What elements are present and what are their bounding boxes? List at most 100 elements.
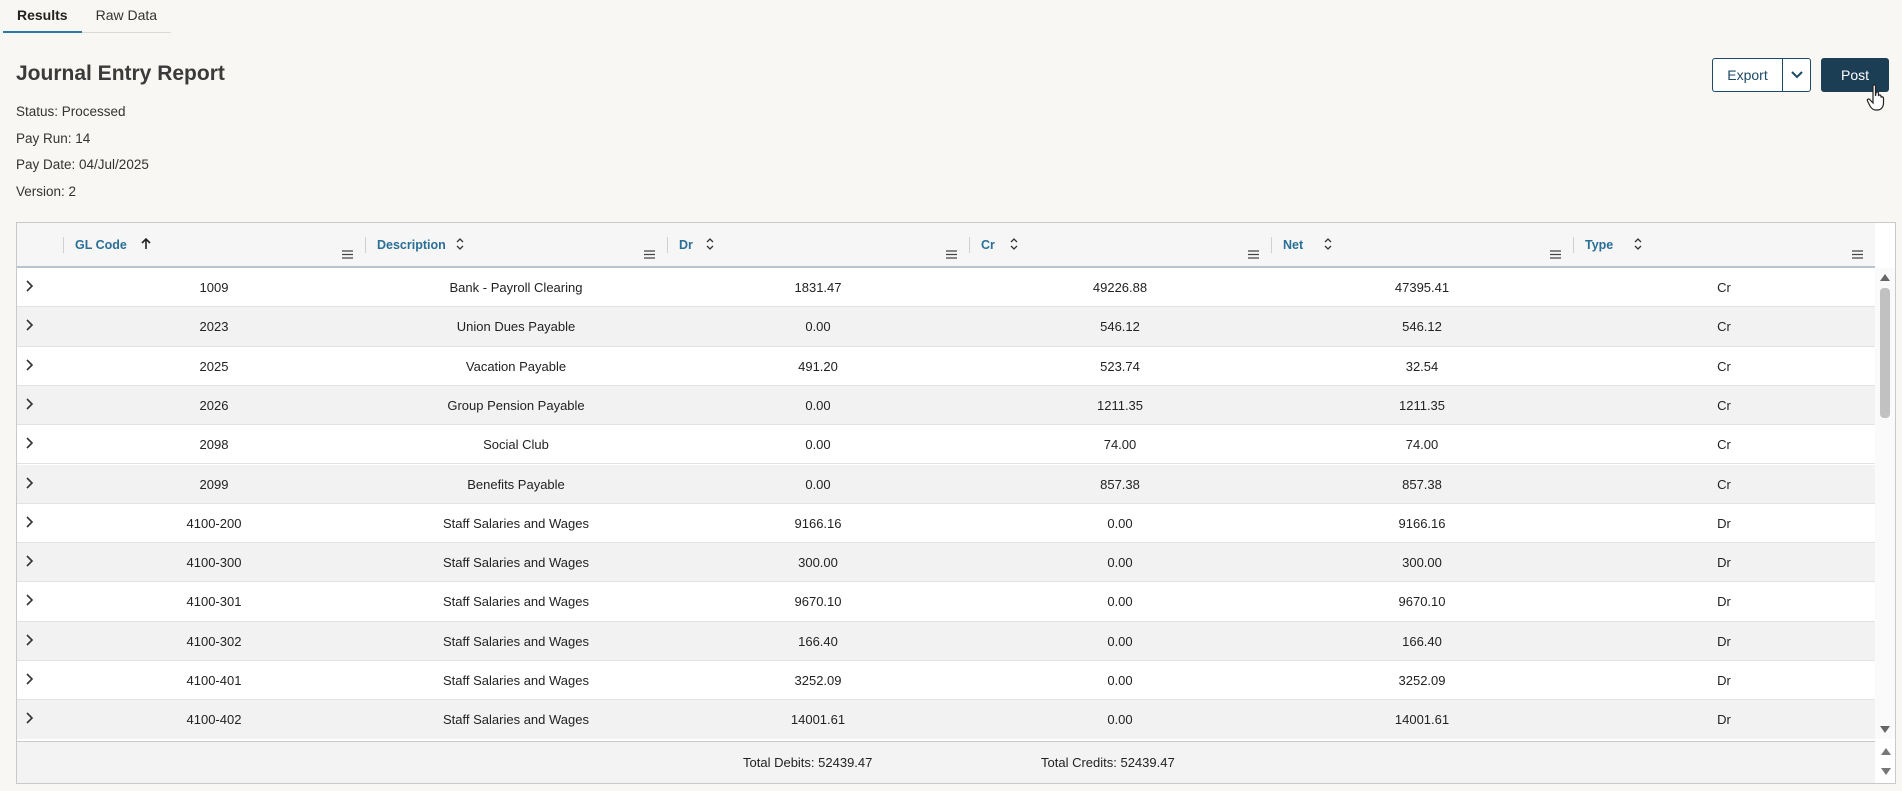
cell-net: 32.54 bbox=[1405, 358, 1439, 374]
scrollbar-thumb[interactable] bbox=[1880, 288, 1890, 418]
chevron-right-icon[interactable] bbox=[25, 280, 34, 295]
cell-type: Dr bbox=[1717, 712, 1731, 728]
table-row[interactable]: 4100-302 Staff Salaries and Wages 166.40 0.… bbox=[17, 621, 1875, 661]
cell-type: Cr bbox=[1717, 280, 1731, 295]
cell-net: 3252.09 bbox=[1398, 673, 1446, 688]
chevron-right-icon[interactable] bbox=[25, 516, 34, 531]
footer-scroll-up-icon[interactable] bbox=[1881, 748, 1891, 755]
cell-net: 47395.41 bbox=[1394, 280, 1450, 295]
column-header-type[interactable]: Type bbox=[1573, 223, 1875, 266]
table-row[interactable]: 4100-402 Staff Salaries and Wages 14001.61… bbox=[17, 700, 1875, 739]
table-row[interactable]: 4100-300 Staff Salaries and Wages 300.00 0.… bbox=[17, 543, 1875, 583]
scroll-down-icon[interactable] bbox=[1880, 726, 1890, 733]
grid-footer: Total Debits: 52439.47 Total Credits: 52… bbox=[17, 741, 1891, 783]
menu-lines-icon[interactable] bbox=[342, 246, 353, 264]
menu-lines-icon[interactable] bbox=[946, 246, 957, 264]
column-separator[interactable] bbox=[63, 237, 64, 253]
chevron-right-icon[interactable] bbox=[25, 359, 34, 374]
journal-entry-grid: GL Code Description Dr Cr Net Type 1009 Bank -… bbox=[16, 222, 1896, 784]
tab-raw-data[interactable]: Raw Data bbox=[82, 0, 171, 33]
cell-dr: 9670.10 bbox=[794, 594, 842, 610]
grid-body: 1009 Bank - Payroll Clearing 1831.47 49226.… bbox=[17, 268, 1875, 739]
column-header-cr[interactable]: Cr bbox=[969, 223, 1271, 266]
cell-cr: 0.00 bbox=[1107, 712, 1133, 728]
chevron-right-icon[interactable] bbox=[25, 673, 34, 688]
column-header-label[interactable]: Type bbox=[1585, 238, 1613, 252]
column-header-label[interactable]: Description bbox=[377, 238, 446, 252]
scroll-up-icon[interactable] bbox=[1880, 274, 1890, 281]
table-row[interactable]: 2023 Union Dues Payable 0.00 546.12 546.12 Cr bbox=[17, 307, 1875, 347]
cell-net: 300.00 bbox=[1402, 555, 1442, 571]
hand-cursor-icon bbox=[1866, 84, 1885, 111]
total-debits: Total Debits: 52439.47 bbox=[743, 755, 873, 770]
cell-cr: 49226.88 bbox=[1092, 280, 1148, 295]
cell-gl-code: 4100-200 bbox=[186, 515, 242, 531]
cell-gl-code: 4100-301 bbox=[186, 594, 242, 610]
cell-type: Dr bbox=[1717, 515, 1731, 531]
cell-description: Vacation Payable bbox=[465, 358, 567, 374]
cell-type: Cr bbox=[1717, 476, 1731, 492]
cell-dr: 0.00 bbox=[805, 397, 831, 413]
arrow-up-icon[interactable] bbox=[141, 237, 151, 255]
sort-both-icon[interactable] bbox=[1323, 237, 1333, 256]
chevron-right-icon[interactable] bbox=[25, 634, 34, 649]
table-row[interactable]: 1009 Bank - Payroll Clearing 1831.47 49226.… bbox=[17, 268, 1875, 308]
chevron-right-icon[interactable] bbox=[25, 437, 34, 452]
table-row[interactable]: 4100-200 Staff Salaries and Wages 9166.16 0… bbox=[17, 504, 1875, 544]
column-header-dr[interactable]: Dr bbox=[667, 223, 969, 266]
chevron-right-icon[interactable] bbox=[25, 476, 34, 492]
table-row[interactable]: 2099 Benefits Payable 0.00 857.38 857.38 Cr bbox=[17, 464, 1875, 504]
export-button[interactable]: Export bbox=[1713, 59, 1783, 91]
column-header-label[interactable]: Dr bbox=[679, 238, 693, 252]
cell-gl-code: 2026 bbox=[199, 397, 229, 413]
menu-lines-icon[interactable] bbox=[1852, 246, 1863, 264]
cell-cr: 0.00 bbox=[1107, 515, 1133, 531]
cell-net: 1211.35 bbox=[1398, 397, 1446, 413]
cell-gl-code: 4100-300 bbox=[186, 555, 242, 571]
tab-results[interactable]: Results bbox=[3, 0, 82, 33]
cell-description: Staff Salaries and Wages bbox=[443, 633, 589, 649]
column-separator[interactable] bbox=[667, 237, 668, 253]
column-header-gl-code[interactable]: GL Code bbox=[63, 223, 365, 266]
cell-gl-code: 2023 bbox=[199, 319, 229, 335]
column-header-net[interactable]: Net bbox=[1271, 223, 1573, 266]
table-row[interactable]: 2025 Vacation Payable 491.20 523.74 32.54 Cr bbox=[17, 347, 1875, 386]
sort-both-icon[interactable] bbox=[1633, 237, 1643, 256]
table-row[interactable]: 2098 Social Club 0.00 74.00 74.00 Cr bbox=[17, 425, 1875, 465]
column-header-label[interactable]: Net bbox=[1283, 238, 1303, 252]
sort-both-icon[interactable] bbox=[1009, 237, 1019, 256]
chevron-right-icon[interactable] bbox=[25, 555, 34, 570]
menu-lines-icon[interactable] bbox=[644, 246, 655, 264]
column-header-description[interactable]: Description bbox=[365, 223, 667, 266]
menu-lines-icon[interactable] bbox=[1550, 246, 1561, 264]
cell-cr: 0.00 bbox=[1107, 673, 1133, 688]
version-text: Version: 2 bbox=[16, 184, 77, 199]
chevron-right-icon[interactable] bbox=[25, 398, 34, 413]
column-separator[interactable] bbox=[969, 237, 970, 253]
cell-cr: 0.00 bbox=[1107, 555, 1133, 571]
column-header-label[interactable]: Cr bbox=[981, 238, 995, 252]
sort-both-icon[interactable] bbox=[705, 237, 715, 256]
export-dropdown-button[interactable] bbox=[1783, 59, 1810, 91]
footer-scroll-down-icon[interactable] bbox=[1881, 768, 1891, 775]
column-separator[interactable] bbox=[1573, 237, 1574, 253]
chevron-right-icon[interactable] bbox=[25, 319, 34, 334]
sort-both-icon[interactable] bbox=[455, 237, 465, 256]
column-header-label[interactable]: GL Code bbox=[75, 238, 127, 252]
column-separator[interactable] bbox=[365, 237, 366, 253]
cell-cr: 546.12 bbox=[1100, 319, 1140, 335]
chevron-right-icon[interactable] bbox=[25, 712, 34, 727]
cell-description: Staff Salaries and Wages bbox=[443, 594, 589, 610]
table-row[interactable]: 4100-301 Staff Salaries and Wages 9670.10 0… bbox=[17, 582, 1875, 622]
table-row[interactable]: 2026 Group Pension Payable 0.00 1211.35 1211… bbox=[17, 385, 1875, 426]
cell-type: Cr bbox=[1717, 319, 1731, 335]
cell-description: Staff Salaries and Wages bbox=[443, 712, 589, 728]
cell-net: 166.40 bbox=[1402, 633, 1442, 649]
column-separator[interactable] bbox=[1271, 237, 1272, 253]
chevron-right-icon[interactable] bbox=[25, 594, 34, 609]
menu-lines-icon[interactable] bbox=[1248, 246, 1259, 264]
table-row[interactable]: 4100-401 Staff Salaries and Wages 3252.09 0… bbox=[17, 661, 1875, 701]
cell-type: Dr bbox=[1717, 555, 1731, 571]
cell-cr: 0.00 bbox=[1107, 633, 1133, 649]
vertical-scrollbar[interactable] bbox=[1875, 268, 1895, 739]
